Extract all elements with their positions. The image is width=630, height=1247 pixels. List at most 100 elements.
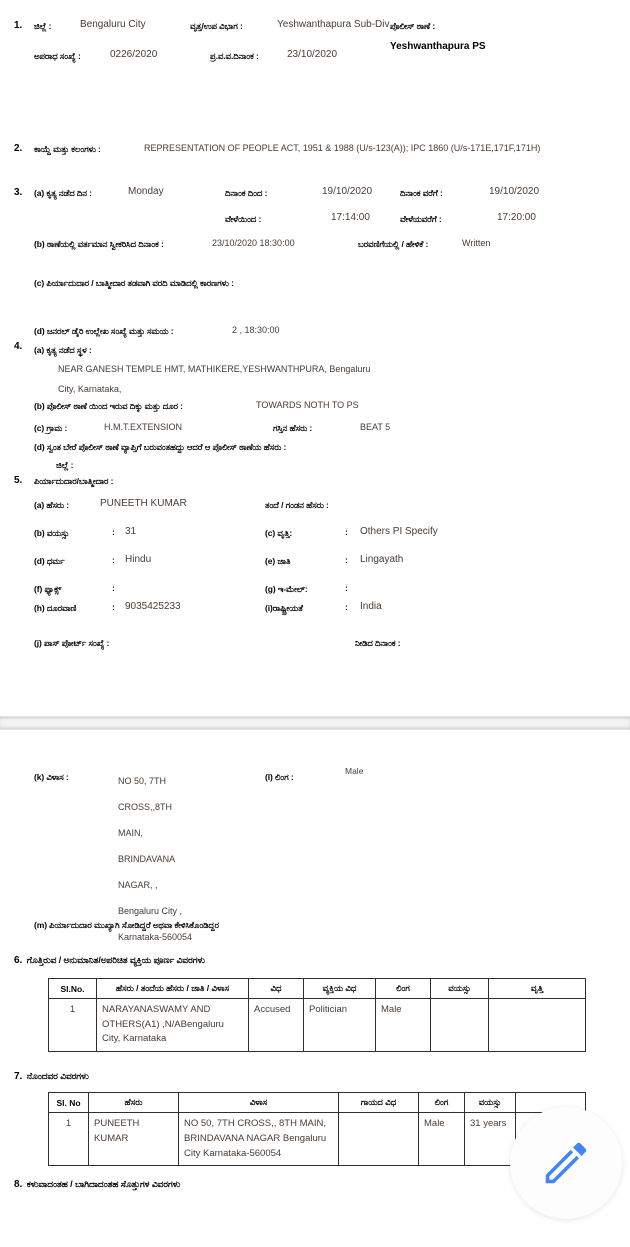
edit-fab-button[interactable] xyxy=(510,1107,622,1219)
beat-name-label: ಗಸ್ತಿನ ಹೆಸರು : xyxy=(273,423,313,433)
phone-colon: : xyxy=(112,602,115,612)
nationality-label: (i)ರಾಷ್ಟ್ರೀಯತೆ xyxy=(265,603,303,613)
gender-value: Male xyxy=(345,766,364,776)
date-from-label: ದಿನಾಂಕ ದಿಂದ : xyxy=(225,188,268,198)
subdivision-value: Yeshwanthapura Sub-Div xyxy=(277,19,390,30)
written-oral-value: Written xyxy=(462,238,491,248)
section-6-accused-details: 6. ಗೊತ್ತಿರುವ / ಅನುಮಾನಿತ/ಅಪರಿಚಿತ ವ್ಯಕ್ತಿಯ… xyxy=(0,930,630,1053)
col-header-kind: ವಿಧ xyxy=(248,978,304,999)
general-diary-value: 2 , 18:30:00 xyxy=(232,325,280,335)
fir-date-label: ಪ್ರ.ವ.ವ.ದಿನಾಂಕ : xyxy=(210,51,259,61)
table-header-row: Sl.No. ಹೆಸರು / ತಂದೆಯ ಹೆಸರು / ಜಾತಿ / ವಿಳಾ… xyxy=(48,978,586,999)
address-line: NAGAR, , xyxy=(118,880,158,890)
complainant-name-value: PUNEETH KUMAR xyxy=(100,498,187,509)
occupation-label: (c) ವೃತ್ತಿ: xyxy=(265,528,293,538)
table-row: 1 NARAYANASWAMY AND OTHERS(A1) ,N/ABenga… xyxy=(48,997,586,1053)
village-label: (c) ಗ್ರಾಮ : xyxy=(34,423,68,433)
place-label: (a) ಕೃತ್ಯ ನಡೆದ ಸ್ಥಳ : xyxy=(34,345,92,355)
col-header-name-father-caste-address: ಹೆಸರು / ತಂದೆಯ ಹೆಸರು / ಜಾತಿ / ವಿಳಾಸ xyxy=(96,978,249,999)
place-value-line-2: City, Karnataka, xyxy=(58,384,122,394)
cell-age: 31 years xyxy=(464,1112,516,1167)
beat-name-value: BEAT 5 xyxy=(360,422,391,432)
section-7-title: ನೊಂದವರ ವಿವರಗಳು xyxy=(26,1071,89,1082)
written-oral-label: ಬರವಣಿಗೆಯಲ್ಲಿ / ಹೇಳಿಕೆ : xyxy=(358,239,429,249)
pencil-edit-icon xyxy=(539,1136,593,1190)
time-from-label: ವೇಳೆಯಿಂದ : xyxy=(225,214,262,224)
cell-occupation xyxy=(488,997,586,1053)
cell-address: NO 50, 7TH CROSS,, 8TH MAIN, BRINDAVANA … xyxy=(178,1112,339,1167)
cell-name: PUNEETH KUMAR xyxy=(88,1112,179,1167)
nationality-colon: : xyxy=(345,602,348,612)
father-husband-name-label: ತಂದೆ / ಗಂಡನ ಹೆಸರು : xyxy=(265,500,329,510)
time-to-label: ವೇಳೆಯವರೆಗೆ : xyxy=(400,214,442,224)
section-2-number: 2. xyxy=(14,143,23,154)
fax-label: (f) ಫ್ಯಾಕ್ಸ್ xyxy=(34,584,62,594)
district-label: ಜಿಲ್ಲೆ : xyxy=(34,21,52,31)
time-from-value: 17:14:00 xyxy=(331,212,370,223)
passport-issue-date-label: ನೀಡಿದ ದಿನಾಂಕ : xyxy=(355,638,401,648)
section-6-number: 6. xyxy=(14,955,23,966)
passport-number-label: (j) ಪಾಸ್ ಪೋರ್ಟ್ ಸಂಖ್ಯೆ : xyxy=(34,638,110,648)
section-8-number: 8. xyxy=(14,1179,23,1191)
section-6-heading: 6. ಗೊತ್ತಿರುವ / ಅನುಮಾನಿತ/ಅಪರಿಚಿತ ವ್ಯಕ್ತಿಯ… xyxy=(0,950,630,968)
section-7-number: 7. xyxy=(14,1071,23,1083)
caste-value: Lingayath xyxy=(360,554,404,565)
fir-date-value: 23/10/2020 xyxy=(287,49,338,60)
caste-label: (e) ಜಾತಿ xyxy=(265,556,291,566)
col-header-slno: Sl.No. xyxy=(48,978,97,999)
direction-distance-label: (b) ಪೊಲೀಸ್ ಠಾಣೆ ಯಿಂದ ಇರುವ ದಿಕ್ಕು ಮತ್ತು ದ… xyxy=(34,401,183,411)
phone-value: 9035425233 xyxy=(125,601,181,612)
complainant-title: ಪಿರ್ಯಾದುದಾರ/ಬಾತ್ಮೀದಾರ : xyxy=(34,476,114,486)
date-to-value: 19/10/2020 xyxy=(489,186,540,197)
address-label: (k) ವಿಳಾಸ : xyxy=(34,772,69,782)
delay-reason-label: (c) ಪಿರ್ಯಾದುದಾರ / ಬಾತ್ಮೀದಾರ ತಡವಾಗಿ ವರದಿ … xyxy=(34,278,234,288)
col-header-injury-type: ಗಾಯದ ವಿಧ xyxy=(338,1092,419,1114)
date-from-value: 19/10/2020 xyxy=(322,186,373,197)
cell-name: NARAYANASWAMY AND OTHERS(A1) ,N/ABengalu… xyxy=(96,997,249,1053)
nationality-value: India xyxy=(360,601,382,612)
occupation-value: Others PI Specify xyxy=(360,526,438,537)
cell-gender: Male xyxy=(375,997,431,1053)
col-header-name: ಹೆಸರು xyxy=(88,1092,179,1114)
religion-colon: : xyxy=(112,555,115,565)
general-diary-label: (d) ಜನರಲ್ ಡೈರಿ ಉಲ್ಲೇಖ ಸಂಖ್ಯೆ ಮತ್ತು ಸಮಯ : xyxy=(34,326,174,336)
col-header-slno: Sl. No xyxy=(48,1092,89,1114)
time-to-value: 17:20:00 xyxy=(497,212,536,223)
info-received-label: (b) ಠಾಣೆಯಲ್ಲಿ ವರ್ತಮಾನ ಸ್ವೀಕರಿಸಿದ ದಿನಾಂಕ … xyxy=(34,239,164,249)
gender-label: (l) ಲಿಂಗ : xyxy=(265,772,294,782)
fax-colon: : xyxy=(112,583,115,593)
section-6-title: ಗೊತ್ತಿರುವ / ಅನುಮಾನಿತ/ಅಪರಿಚಿತ ವ್ಯಕ್ತಿಯ ಪೂ… xyxy=(26,955,206,965)
occurrence-day-label: (a) ಕೃತ್ಯ ನಡೆದ ದಿನ : xyxy=(34,188,92,198)
subdivision-label: ವೃತ್ತ/ಉಪ ವಿಭಾಗ : xyxy=(190,21,243,31)
age-value: 31 xyxy=(125,526,137,537)
section-8-title: ಕಳುವಾದಂತಹ / ಬಾಗಿದಾದಂತಹ ಸೊತ್ತುಗಳ ವಿವರಗಳು xyxy=(26,1179,181,1190)
district-value: Bengaluru City xyxy=(80,19,146,30)
caste-colon: : xyxy=(345,555,348,565)
col-header-gender: ಲಿಂಗ xyxy=(375,978,431,999)
crime-number-label: ಅಪರಾಧ ಸಂಖ್ಯೆ : xyxy=(34,51,81,61)
address-line: NO 50, 7TH xyxy=(118,776,167,786)
col-header-age: ವಯಸ್ಸು xyxy=(464,1092,516,1114)
acts-value: REPRESENTATION OF PEOPLE ACT, 1951 & 198… xyxy=(144,143,541,153)
col-header-age: ವಯಸ್ಸು xyxy=(430,978,489,999)
cell-person-type: Politician xyxy=(303,997,376,1053)
police-station-value: Yeshwanthapura PS xyxy=(390,41,486,52)
section-3-number: 3. xyxy=(14,187,23,198)
crime-number-value: 0226/2020 xyxy=(110,49,158,60)
religion-value: Hindu xyxy=(125,554,152,565)
col-header-address: ವಿಳಾಸ xyxy=(178,1092,339,1114)
document-page-1: 1. ಜಿಲ್ಲೆ : Bengaluru City ವೃತ್ತ/ಉಪ ವಿಭಾ… xyxy=(0,0,630,716)
section-1-number: 1. xyxy=(14,20,23,31)
cell-injury-type xyxy=(338,1112,419,1167)
phone-label: (h) ದೂರವಾಣಿ xyxy=(34,603,77,613)
cell-age xyxy=(430,997,489,1053)
police-station-label: ಪೊಲೀಸ್ ಠಾಣೆ : xyxy=(390,21,436,31)
complainant-name-label: (a) ಹೆಸರು : xyxy=(34,500,69,510)
religion-label: (d) ಧರ್ಮ xyxy=(34,556,65,566)
other-ps-district-label: ಜಿಲ್ಲೆ : xyxy=(56,460,74,470)
other-ps-label: (d) ಸ್ವಂತ ಬೇರೆ ಪೊಲೀಸ್ ಠಾಣೆ ವ್ಯಾಪ್ತಿಗೆ ಬರ… xyxy=(34,442,287,452)
cell-slno: 1 xyxy=(48,1112,89,1167)
page-break-separator xyxy=(0,716,630,730)
place-value-line-1: NEAR GANESH TEMPLE HMT, MATHIKERE,YESHWA… xyxy=(58,364,371,374)
cell-kind: Accused xyxy=(248,997,304,1053)
